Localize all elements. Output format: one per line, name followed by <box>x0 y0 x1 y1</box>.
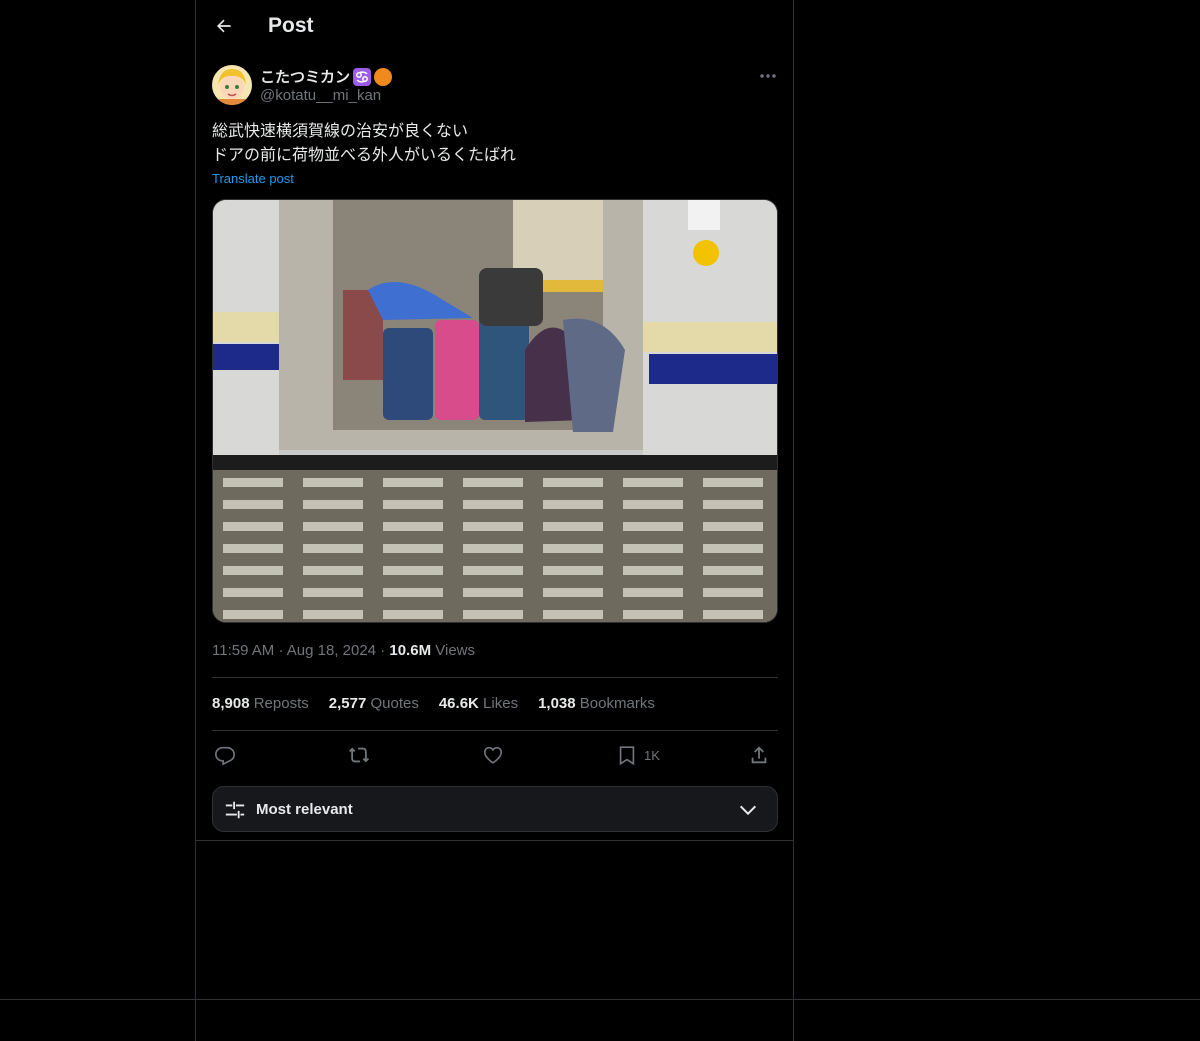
share-button[interactable] <box>748 742 770 768</box>
bookmark-button[interactable]: 1K <box>616 742 660 768</box>
meta-separator: · <box>380 642 386 659</box>
page-title: Post <box>268 14 314 37</box>
divider <box>212 730 778 731</box>
share-icon <box>751 746 767 764</box>
post-text: 総武快速横須賀線の治安が良くない ドアの前に荷物並べる外人がいるくたばれ <box>212 120 516 168</box>
action-bar: 1K <box>212 740 778 770</box>
post-text-line: ドアの前に荷物並べる外人がいるくたばれ <box>212 147 517 164</box>
more-icon <box>760 74 776 78</box>
post-meta: 11:59 AM · Aug 18, 2024 · 10.6M Views <box>212 642 475 659</box>
bookmark-icon <box>619 746 635 766</box>
post-date[interactable]: Aug 18, 2024 <box>287 642 376 659</box>
orange-fruit-icon <box>374 67 393 86</box>
handle[interactable]: @kotatu__mi_kan <box>260 87 381 104</box>
reply-button[interactable] <box>214 742 236 768</box>
avatar[interactable] <box>212 65 252 105</box>
sliders-icon <box>225 801 245 819</box>
stat-quotes[interactable]: 2,577 Quotes <box>329 695 419 712</box>
sort-dropdown[interactable]: Most relevant <box>212 786 778 832</box>
stat-bookmarks[interactable]: 1,038 Bookmarks <box>538 695 655 712</box>
back-arrow-icon <box>217 19 231 33</box>
views-count: 10.6M <box>389 642 432 659</box>
views-label: Views <box>435 642 475 659</box>
header: Post <box>196 0 793 53</box>
divider <box>212 677 778 678</box>
display-name[interactable]: こたつミカン <box>260 66 393 87</box>
stat-likes[interactable]: 46.6K Likes <box>439 695 518 712</box>
like-button[interactable] <box>482 742 504 768</box>
cancer-sign-icon <box>353 67 372 86</box>
stat-reposts[interactable]: 8,908 Reposts <box>212 695 309 712</box>
repost-icon <box>348 747 370 763</box>
post-text-line: 総武快速横須賀線の治安が良くない <box>212 123 469 140</box>
divider <box>196 840 793 841</box>
post-stats: 8,908 Reposts 2,577 Quotes 46.6K Likes 1… <box>212 695 655 712</box>
repost-button[interactable] <box>348 742 370 768</box>
post-time[interactable]: 11:59 AM <box>212 642 274 659</box>
like-icon <box>483 746 503 764</box>
translate-link[interactable]: Translate post <box>212 171 294 186</box>
display-name-text: こたつミカン <box>260 69 351 86</box>
chevron-down-icon <box>739 805 757 816</box>
meta-separator: · <box>278 642 284 659</box>
sort-label: Most relevant <box>256 801 353 818</box>
post-image[interactable] <box>212 199 778 623</box>
more-button[interactable] <box>754 66 782 86</box>
back-button[interactable] <box>210 12 238 40</box>
primary-column: Post こたつミカン @kotatu__mi_kan 総武快速横須賀線の治安が… <box>195 0 794 1041</box>
reply-icon <box>215 746 235 766</box>
bookmark-count: 1K <box>644 747 660 763</box>
